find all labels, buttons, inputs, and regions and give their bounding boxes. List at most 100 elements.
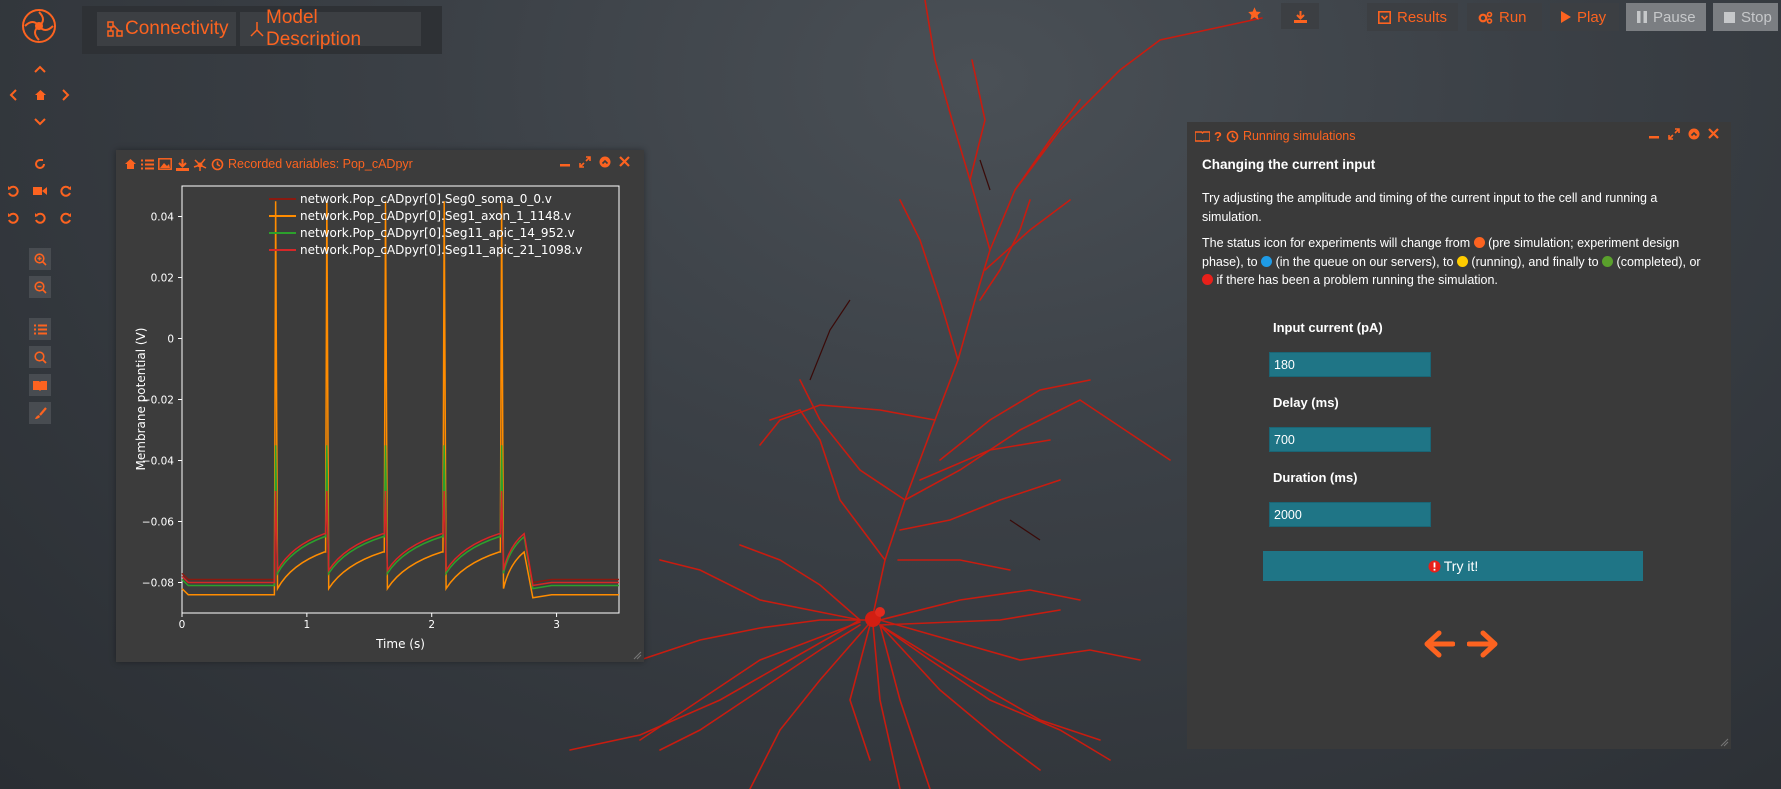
status-error-icon <box>1202 274 1213 285</box>
paintbrush-icon <box>34 406 47 420</box>
status-text-f: if there has been a problem running the … <box>1216 273 1498 287</box>
tutorial-panel: ? Running simulations Changing the curre… <box>1187 122 1731 749</box>
rotate-left-button[interactable] <box>2 180 24 202</box>
tutorial-paragraph-2: The status icon for experiments will cha… <box>1202 234 1712 290</box>
pan-down-button[interactable] <box>29 111 51 133</box>
legend-entry: network.Pop_cADpyr[0].Seg1_axon_1_1148.v <box>300 209 571 223</box>
connectivity-button[interactable]: Connectivity <box>97 12 236 46</box>
tutorial-paragraph-1: Try adjusting the amplitude and timing o… <box>1202 191 1658 224</box>
series-line <box>181 490 619 584</box>
duration-field[interactable] <box>1269 502 1431 527</box>
stop-icon <box>1724 11 1735 23</box>
star-icon <box>1247 6 1267 21</box>
minimize-icon[interactable] <box>559 156 571 168</box>
legend-entry: network.Pop_cADpyr[0].Seg11_apic_21_1098… <box>300 243 582 257</box>
camera-button[interactable] <box>29 180 51 202</box>
redo-icon <box>60 185 72 197</box>
search-button[interactable] <box>29 346 51 368</box>
image-icon[interactable] <box>158 158 172 170</box>
duration-label: Duration (ms) <box>1273 470 1358 485</box>
y-tick-label: 0.02 <box>151 273 174 285</box>
next-step-arrow-icon[interactable] <box>1467 629 1499 659</box>
help-icon[interactable]: ? <box>1214 129 1222 144</box>
minimize-icon[interactable] <box>1648 128 1660 140</box>
tutorial-panel-title: Running simulations <box>1242 129 1356 143</box>
status-text-d: (running), and finally to <box>1471 254 1599 269</box>
connectivity-icon <box>107 21 123 37</box>
run-button[interactable]: Run <box>1467 3 1542 31</box>
chevron-up-icon <box>34 64 46 74</box>
delay-field[interactable] <box>1269 427 1431 452</box>
pan-right-button[interactable] <box>55 84 77 106</box>
play-button[interactable]: Play <box>1550 3 1619 31</box>
try-it-button[interactable]: Try it! <box>1263 551 1643 581</box>
list-button[interactable] <box>29 318 51 340</box>
undo-icon <box>34 212 46 224</box>
previous-step-arrow-icon[interactable] <box>1423 629 1455 659</box>
x-tick-label: 2 <box>428 619 435 631</box>
neuron-icon[interactable] <box>193 158 207 171</box>
x-axis-label: Time (s) <box>375 637 425 651</box>
favorite-button[interactable] <box>1247 6 1267 26</box>
maximize-icon[interactable] <box>1668 128 1680 140</box>
close-icon[interactable] <box>619 156 630 168</box>
history-icon[interactable] <box>1226 130 1239 143</box>
status-text-c: (in the queue on our servers), to <box>1275 254 1454 269</box>
zoom-out-button[interactable] <box>29 276 51 298</box>
series-line <box>181 490 619 587</box>
status-queue-icon <box>1261 255 1273 267</box>
undo-icon <box>7 185 19 197</box>
resize-handle-icon[interactable] <box>633 651 642 660</box>
model-description-icon <box>250 21 264 37</box>
model-description-button[interactable]: Model Description <box>240 7 421 50</box>
rotate-right-button[interactable] <box>55 180 77 202</box>
home-icon <box>34 89 47 101</box>
zoom-in-button[interactable] <box>29 248 51 270</box>
stop-button[interactable]: Stop <box>1713 3 1778 31</box>
history-icon[interactable] <box>211 158 224 171</box>
delay-label: Delay (ms) <box>1273 395 1339 410</box>
legend-entry: network.Pop_cADpyr[0].Seg0_soma_0_0.v <box>300 192 552 206</box>
download-icon <box>1293 10 1307 23</box>
pause-button[interactable]: Pause <box>1626 3 1706 31</box>
run-label: Run <box>1499 8 1527 26</box>
series-line <box>181 201 619 599</box>
input-current-field[interactable] <box>1269 352 1431 377</box>
tutorial-button[interactable] <box>29 374 51 396</box>
pause-icon <box>1637 11 1647 23</box>
undo-icon <box>7 212 19 224</box>
close-icon[interactable] <box>1708 128 1719 140</box>
tilt-reset-button[interactable] <box>29 207 51 229</box>
book-icon[interactable] <box>1195 130 1210 142</box>
maximize-icon[interactable] <box>579 156 591 168</box>
tilt-left-button[interactable] <box>2 207 24 229</box>
pan-up-button[interactable] <box>29 58 51 80</box>
tilt-right-button[interactable] <box>55 207 77 229</box>
reset-rotation-button[interactable] <box>29 153 51 175</box>
home-button[interactable] <box>29 84 51 106</box>
collapse-icon[interactable] <box>1688 128 1700 140</box>
download-button[interactable] <box>1281 3 1319 29</box>
plot-panel-title: Recorded variables: Pop_cADpyr <box>228 157 413 171</box>
error-status-icon <box>1428 560 1441 573</box>
legend-entry: network.Pop_cADpyr[0].Seg11_apic_14_952.… <box>300 226 575 240</box>
status-pre-icon <box>1473 237 1485 248</box>
home-icon[interactable] <box>124 158 137 170</box>
results-icon <box>1378 10 1391 24</box>
app-logo[interactable] <box>21 8 57 44</box>
resize-handle-icon[interactable] <box>1720 738 1729 747</box>
list-icon[interactable] <box>141 159 154 170</box>
membrane-potential-chart[interactable]: 0 1 2 30.040.020−0.02−0.04−0.06−0.08 networ… <box>116 178 644 662</box>
y-tick-label: 0.04 <box>151 212 175 224</box>
pan-left-button[interactable] <box>2 84 24 106</box>
connectivity-label: Connectivity <box>125 18 229 39</box>
play-icon <box>1561 11 1571 23</box>
book-icon <box>33 380 47 391</box>
download-icon[interactable] <box>176 158 189 171</box>
chevron-right-icon <box>61 89 71 101</box>
input-current-label: Input current (pA) <box>1273 320 1383 335</box>
status-running-icon <box>1456 255 1468 267</box>
paint-button[interactable] <box>29 402 51 424</box>
results-button[interactable]: Results <box>1367 3 1458 31</box>
collapse-icon[interactable] <box>599 156 611 168</box>
